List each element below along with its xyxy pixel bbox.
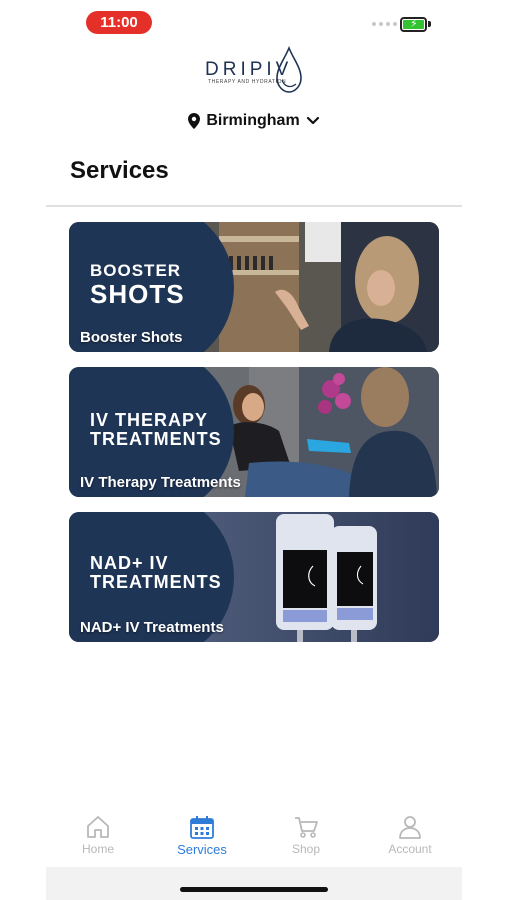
status-time: 11:00 [86, 11, 152, 34]
headline-line1: NAD+ IV [90, 553, 169, 573]
tab-label: Account [388, 842, 432, 856]
app-screen: 11:00 ⚡ DRIPIV THERAPY AND HYDRATION Bir… [46, 0, 462, 900]
service-card-iv-therapy[interactable]: IV THERAPY TREATMENTS IV Therapy Treatme… [69, 367, 439, 497]
service-card-booster-shots[interactable]: BOOSTER SHOTS Booster Shots [69, 222, 439, 352]
calendar-icon [190, 816, 214, 839]
location-selector[interactable]: Birmingham [46, 110, 462, 132]
chevron-down-icon [306, 116, 319, 125]
headline-line1: BOOSTER [90, 261, 182, 280]
card-label: NAD+ IV Treatments [80, 619, 224, 636]
tab-home[interactable]: Home [46, 815, 150, 865]
home-indicator-area [46, 867, 462, 900]
drop-icon [276, 46, 302, 93]
card-headline: NAD+ IV TREATMENTS [90, 553, 222, 593]
headline-line1: IV THERAPY [90, 410, 209, 430]
divider [46, 205, 462, 207]
headline-line2: TREATMENTS [90, 572, 222, 593]
headline-line2: SHOTS [90, 279, 185, 310]
cart-icon [295, 817, 318, 838]
signal-icon [372, 22, 397, 26]
service-card-nad-iv[interactable]: NAD+ IV TREATMENTS NAD+ IV Treatments [69, 512, 439, 642]
tab-label: Services [177, 842, 227, 857]
page-title: Services [70, 157, 169, 184]
battery-tip [428, 21, 431, 27]
tab-shop[interactable]: Shop [254, 815, 358, 865]
tab-account[interactable]: Account [358, 815, 462, 865]
tab-bar: Home Services Shop Account [46, 815, 462, 865]
card-label: Booster Shots [80, 329, 183, 346]
tab-label: Shop [291, 842, 321, 856]
card-headline: BOOSTER SHOTS [90, 261, 185, 310]
card-headline: IV THERAPY TREATMENTS [90, 410, 222, 450]
home-icon [87, 816, 109, 838]
tab-label: Home [81, 842, 114, 856]
tab-services[interactable]: Services [150, 815, 254, 865]
battery-icon: ⚡ [400, 17, 427, 32]
user-icon [399, 816, 421, 839]
headline-line2: TREATMENTS [90, 429, 222, 450]
home-indicator[interactable] [180, 887, 328, 892]
location-label: Birmingham [206, 112, 300, 129]
card-label: IV Therapy Treatments [80, 474, 241, 491]
brand-logo: DRIPIV THERAPY AND HYDRATION [202, 46, 306, 94]
map-pin-icon [188, 113, 201, 129]
